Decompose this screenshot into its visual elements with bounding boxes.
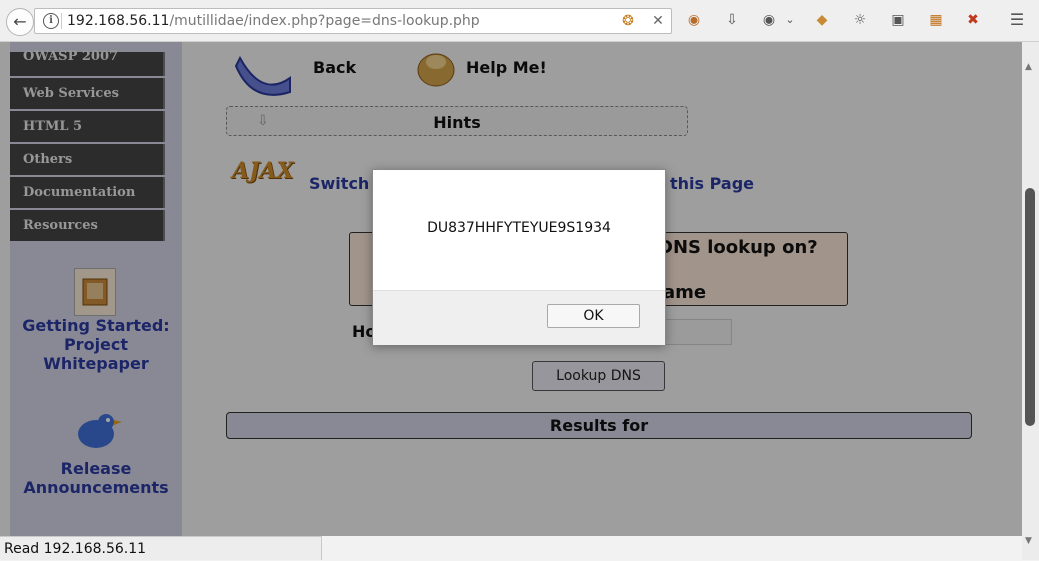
- back-arrow-icon[interactable]: ←: [6, 8, 34, 36]
- scrollbar-thumb[interactable]: [1025, 188, 1035, 426]
- alert-footer: OK: [373, 290, 665, 345]
- download-arrow-icon[interactable]: ⇩: [723, 11, 741, 29]
- address-bar[interactable]: i 192.168.56.11/mutillidae/index.php?pag…: [34, 8, 672, 34]
- vertical-scrollbar[interactable]: ▲ ▼: [1022, 42, 1039, 560]
- clear-url-icon[interactable]: ✕: [649, 12, 667, 30]
- addon-circle-icon[interactable]: ◉: [685, 11, 703, 29]
- mask-icon[interactable]: ▣: [889, 11, 907, 29]
- url-text[interactable]: 192.168.56.11/mutillidae/index.php?page=…: [67, 13, 480, 29]
- info-icon[interactable]: i: [43, 13, 59, 29]
- extension-puzzle-icon[interactable]: ◆: [813, 11, 831, 29]
- reader-extension-icon[interactable]: ❂: [619, 12, 637, 30]
- cookie-box-icon[interactable]: ▦: [927, 11, 945, 29]
- url-host: 192.168.56.11: [67, 13, 170, 29]
- ok-button[interactable]: OK: [547, 304, 640, 328]
- hamburger-menu-icon[interactable]: ☰: [1008, 11, 1026, 29]
- chevron-down-icon[interactable]: ⌄: [784, 11, 796, 29]
- alert-dialog: DU837HHFYTEYUE9S1934 OK: [372, 169, 666, 345]
- palette-icon[interactable]: ◉: [760, 11, 778, 29]
- proxy-icon[interactable]: ☼: [851, 11, 869, 29]
- url-path: /mutillidae/index.php?page=dns-lookup.ph…: [169, 13, 480, 29]
- scroll-down-arrow-icon[interactable]: ▼: [1025, 536, 1032, 546]
- browser-toolbar: ← i 192.168.56.11/mutillidae/index.php?p…: [0, 0, 1039, 42]
- url-separator: [61, 13, 62, 29]
- status-bar: Read 192.168.56.11: [0, 536, 322, 560]
- alert-message: DU837HHFYTEYUE9S1934: [427, 220, 611, 236]
- tools-icon[interactable]: ✖: [964, 11, 982, 29]
- scroll-up-arrow-icon[interactable]: ▲: [1025, 62, 1032, 72]
